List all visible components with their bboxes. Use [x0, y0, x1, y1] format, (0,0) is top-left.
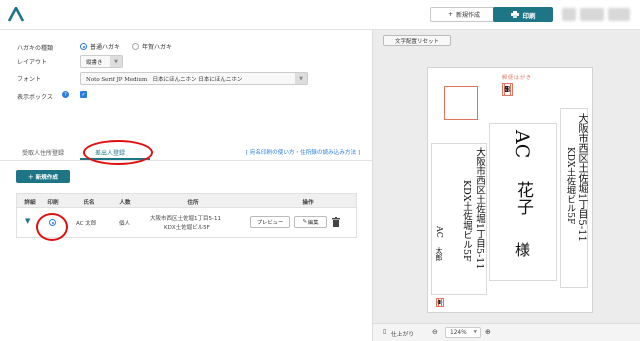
- edit-button[interactable]: ✎ 編集: [294, 216, 327, 228]
- help-icon[interactable]: ?: [62, 91, 69, 98]
- font-label: フォント: [17, 76, 42, 83]
- hagaki-type-label: ハガキの種類: [17, 45, 54, 52]
- honorific: 様: [513, 242, 531, 257]
- highlight-circle-radio: [36, 213, 68, 241]
- layout-reset-button[interactable]: 文字配置リセット: [383, 35, 451, 46]
- sender-name-first: 太郎: [435, 247, 443, 261]
- header-actions: 操作: [302, 200, 314, 206]
- user-menu[interactable]: [580, 8, 604, 21]
- display-box-checkbox[interactable]: ✓: [80, 91, 87, 98]
- highlight-circle: [83, 140, 153, 165]
- add-sender-button[interactable]: ＋ 新規作成: [16, 170, 70, 183]
- new-document-button[interactable]: + 新規作成: [430, 7, 498, 22]
- recipient-firstname: 花子: [513, 181, 533, 215]
- sender-box: 大阪市西区土佐堀1丁目5-11 KDX土佐堀ビル5F AC 太郎: [431, 143, 487, 295]
- recipient-name-box: AC 花子 様: [489, 123, 557, 281]
- header-print: 印刷: [47, 200, 59, 206]
- printer-icon: [510, 11, 519, 18]
- expand-row-icon[interactable]: ▼: [25, 217, 30, 225]
- address-tabs: 受取人住所登録 差出人登録 [ 宛名印刷の使い方・住所録の読み込み方法 ]: [0, 145, 372, 161]
- recipient-building: KDX土佐堀ビル5F: [565, 147, 575, 225]
- header-name: 氏名: [83, 200, 95, 206]
- zip-digit: 1: [436, 298, 442, 307]
- row-address-line1: 大阪市西区土佐堀1丁目5-11: [150, 216, 221, 222]
- radio-nenga-button[interactable]: [132, 43, 139, 50]
- zoom-out-icon[interactable]: ⊖: [432, 328, 438, 336]
- row-count: 個人: [119, 221, 131, 227]
- document-icon: ▯: [383, 329, 387, 335]
- trash-icon[interactable]: [332, 217, 340, 227]
- postcard-title: 郵便はがき: [502, 75, 533, 81]
- preview-button[interactable]: プレビュー: [250, 216, 290, 228]
- account-menu[interactable]: [608, 8, 630, 21]
- help-link[interactable]: [ 宛名印刷の使い方・住所録の読み込み方法 ]: [246, 148, 360, 156]
- preview-toolbar: ▯ 仕上がり ⊖ 124% ▼ ⊕: [373, 323, 640, 341]
- header-count: 人数: [119, 200, 131, 206]
- recipient-address-box: 大阪市西区土佐堀1丁目5-11 KDX土佐堀ビル5F: [560, 108, 588, 288]
- zip-digit: 1: [502, 83, 511, 96]
- recipient-address: 大阪市西区土佐堀1丁目5-11: [576, 113, 587, 242]
- layout-label: レイアウト: [17, 59, 48, 66]
- editor-panel: ハガキの種類 普通ハガキ 年賀ハガキ レイアウト 縦書き ▼ フォント Noto…: [0, 30, 372, 341]
- preview-panel: 文字配置リセット 郵便はがき 5 5 0 0 0 0 1 大阪市西区土佐堀1丁目…: [372, 30, 640, 341]
- postcard-preview: 郵便はがき 5 5 0 0 0 0 1 大阪市西区土佐堀1丁目5-11 KDX土…: [427, 67, 593, 313]
- plus-icon: +: [447, 11, 453, 18]
- pencil-icon: ✎: [302, 219, 307, 225]
- layout-select[interactable]: 縦書き ▼: [80, 55, 123, 68]
- font-select[interactable]: Noto Serif JP Medium 日本にほんニホン 日本にほんニホン ▼: [80, 72, 308, 85]
- header-detail: 詳細: [24, 200, 36, 206]
- app-logo[interactable]: [8, 7, 24, 22]
- user-avatar[interactable]: [562, 8, 576, 21]
- finish-toggle[interactable]: 仕上がり: [391, 329, 414, 338]
- top-bar: + 新規作成 印刷: [0, 0, 640, 30]
- radio-normal-button[interactable]: [80, 43, 87, 50]
- chevron-down-icon: ▼: [295, 73, 307, 84]
- row-address-line2: KDX土佐堀ビル5F: [164, 225, 210, 231]
- recipient-lastname: AC: [511, 130, 533, 159]
- radio-normal[interactable]: 普通ハガキ: [80, 42, 120, 51]
- radio-nenga[interactable]: 年賀ハガキ: [132, 42, 172, 51]
- chevron-down-icon: ▼: [473, 330, 477, 335]
- sender-address: 大阪市西区土佐堀1丁目5-11: [474, 147, 485, 270]
- sender-name-last: AC: [435, 226, 444, 238]
- row-name: AC 太郎: [76, 221, 97, 227]
- sender-building: KDX土佐堀ビル5F: [461, 180, 472, 262]
- chevron-down-icon: ▼: [110, 56, 122, 67]
- zoom-in-icon[interactable]: ⊕: [485, 328, 491, 336]
- print-button[interactable]: 印刷: [493, 7, 553, 22]
- header-address: 住所: [187, 200, 199, 206]
- tab-receiver[interactable]: 受取人住所登録: [22, 148, 64, 157]
- table-header: 詳細 印刷 氏名 人数 住所 操作: [16, 193, 357, 208]
- stamp-box: [444, 86, 478, 120]
- display-box-label: 表示ボックス: [17, 94, 53, 101]
- zoom-select[interactable]: 124% ▼: [445, 327, 481, 338]
